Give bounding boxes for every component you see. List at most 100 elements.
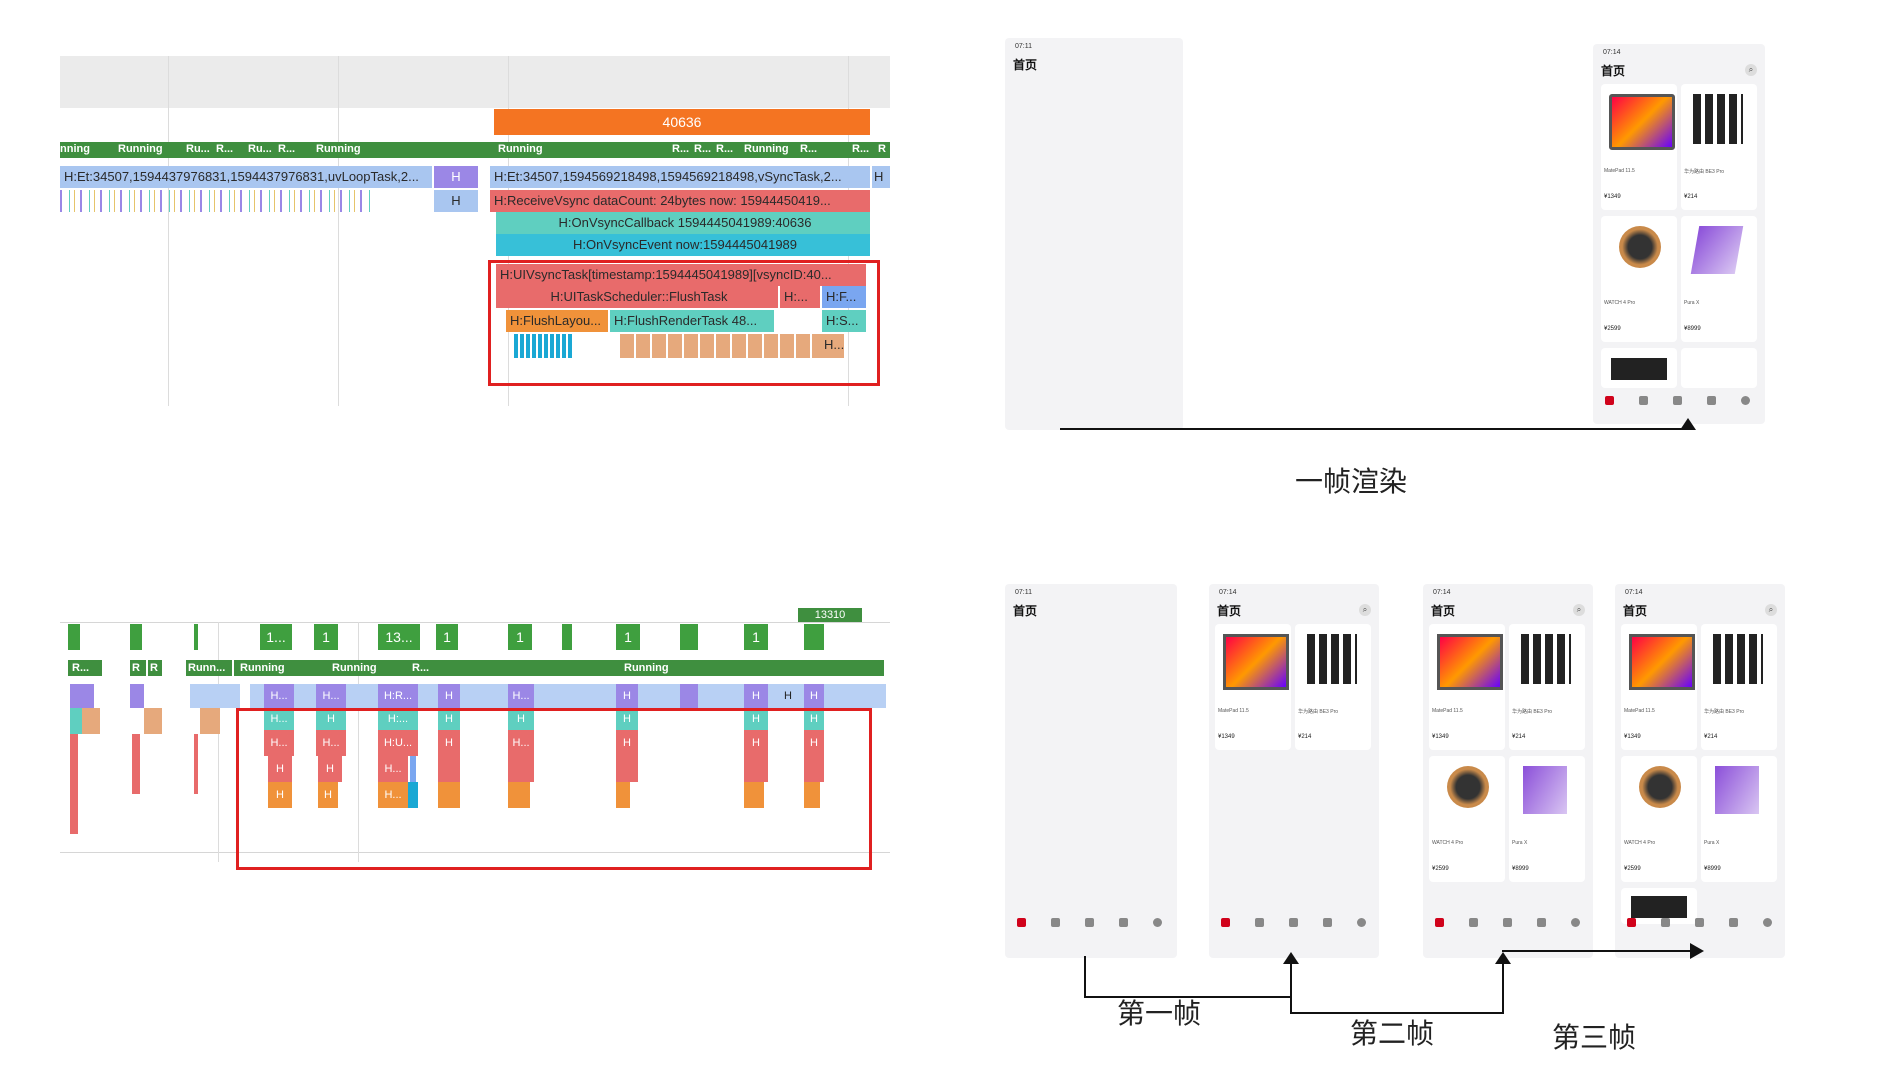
product-price: ¥214: [1512, 734, 1526, 740]
caption-first-frame: 第一帧: [1117, 997, 1202, 1030]
product-name: 华为路由 BE3 Pro: [1704, 709, 1745, 715]
status-time: 07:14: [1625, 589, 1643, 596]
h-slice[interactable]: H: [804, 684, 824, 708]
discover-icon[interactable]: [1085, 918, 1094, 927]
product-price: ¥8999: [1684, 326, 1701, 332]
category-icon[interactable]: [1469, 918, 1478, 927]
home-icon[interactable]: [1017, 918, 1026, 927]
page-title: 首页: [1013, 604, 1038, 618]
cart-icon[interactable]: [1707, 396, 1716, 405]
frame-label[interactable]: 1...: [260, 624, 292, 650]
uvloop-task-slice[interactable]: H:Et:34507,1594437976831,1594437976831,u…: [60, 166, 432, 188]
phone-frame-2: 07:14 首页 ⌕ MatePad 11.5 ¥1349 华为路由 BE3 P…: [1423, 584, 1593, 958]
bottom-nav: [1593, 392, 1765, 416]
cart-icon[interactable]: [1119, 918, 1128, 927]
running-label: R...: [852, 143, 870, 155]
frame-label[interactable]: 1: [314, 624, 338, 650]
discover-icon[interactable]: [1695, 918, 1704, 927]
product-price: ¥8999: [1512, 866, 1529, 872]
frame-label[interactable]: 1: [436, 624, 458, 650]
h-slice[interactable]: H: [872, 166, 890, 188]
running-label: R: [132, 662, 140, 674]
product-name: WATCH 4 Pro: [1432, 840, 1464, 846]
discover-icon[interactable]: [1289, 918, 1298, 927]
h-slice[interactable]: H: [616, 684, 638, 708]
h-slice[interactable]: H:R...: [378, 684, 418, 708]
page-title: 首页: [1217, 604, 1242, 618]
home-icon[interactable]: [1627, 918, 1636, 927]
h-slice[interactable]: H: [780, 684, 796, 708]
cart-icon[interactable]: [1729, 918, 1738, 927]
search-icon[interactable]: ⌕: [1765, 604, 1777, 616]
h-slice[interactable]: H...: [508, 684, 534, 708]
profile-icon[interactable]: [1571, 918, 1580, 927]
running-label: R...: [72, 662, 90, 674]
home-icon[interactable]: [1605, 396, 1614, 405]
category-icon[interactable]: [1661, 918, 1670, 927]
running-label: R: [150, 662, 158, 674]
profile-icon[interactable]: [1357, 918, 1366, 927]
product-name: MatePad 11.5: [1624, 708, 1655, 714]
top-trace-panel: 40636 nning Running Ru... R... Ru... R..…: [60, 56, 890, 406]
running-row: nning Running Ru... R... Ru... R... Runn…: [60, 142, 890, 158]
running-label: Ru...: [248, 143, 272, 155]
search-icon[interactable]: ⌕: [1359, 604, 1371, 616]
page-title: 首页: [1601, 64, 1626, 78]
cart-icon[interactable]: [1537, 918, 1546, 927]
running-label: R...: [716, 143, 734, 155]
status-time: 07:11: [1015, 43, 1032, 50]
product-card[interactable]: MatePad 11.5 ¥1349: [1601, 84, 1677, 210]
page-title: 首页: [1431, 604, 1456, 618]
h-slice[interactable]: H: [744, 684, 768, 708]
vsync-task-slice[interactable]: H:Et:34507,1594569218498,1594569218498,v…: [490, 166, 870, 188]
left-tick-marks: [60, 190, 370, 212]
running-label: R...: [672, 143, 690, 155]
cart-icon[interactable]: [1323, 918, 1332, 927]
receive-vsync-slice[interactable]: H:ReceiveVsync dataCount: 24bytes now: 1…: [490, 190, 870, 212]
running-label: R...: [694, 143, 712, 155]
discover-icon[interactable]: [1673, 396, 1682, 405]
running-label: Running: [498, 143, 543, 155]
product-name: 华为路由 BE3 Pro: [1512, 709, 1553, 715]
page-title: 首页: [1623, 604, 1648, 618]
running-label: Running: [624, 662, 669, 674]
search-icon[interactable]: ⌕: [1573, 604, 1585, 616]
caption-third-frame: 第三帧: [1552, 1021, 1637, 1054]
search-icon[interactable]: ⌕: [1745, 64, 1757, 76]
watch-image: [1619, 226, 1661, 268]
product-card[interactable]: 华为路由 BE3 Pro ¥214: [1681, 84, 1757, 210]
phone-frame-3: 07:14 首页 ⌕ MatePad 11.5 ¥1349 华为路由 BE3 P…: [1615, 584, 1785, 958]
frame-label[interactable]: 1: [744, 624, 768, 650]
frame-badge[interactable]: 40636: [494, 109, 870, 135]
discover-icon[interactable]: [1503, 918, 1512, 927]
profile-icon[interactable]: [1741, 396, 1750, 405]
category-icon[interactable]: [1639, 396, 1648, 405]
product-card[interactable]: WATCH 4 Pro ¥2599: [1601, 216, 1677, 342]
highlight-box: [236, 708, 872, 870]
category-icon[interactable]: [1255, 918, 1264, 927]
home-icon[interactable]: [1435, 918, 1444, 927]
on-vsync-callback-slice[interactable]: H:OnVsyncCallback 1594445041989:40636: [496, 212, 870, 234]
h-slice[interactable]: H: [438, 684, 460, 708]
frame-label[interactable]: 1: [508, 624, 532, 650]
category-icon[interactable]: [1051, 918, 1060, 927]
on-vsync-event-slice[interactable]: H:OnVsyncEvent now:1594445041989: [496, 234, 870, 256]
frame-label[interactable]: 13...: [378, 624, 420, 650]
running-label: R...: [412, 662, 430, 674]
frame-label[interactable]: 1: [616, 624, 640, 650]
profile-icon[interactable]: [1153, 918, 1162, 927]
h-slice[interactable]: H...: [264, 684, 294, 708]
top-badge[interactable]: 13310: [798, 608, 862, 622]
h-slice[interactable]: H...: [316, 684, 346, 708]
product-name: MatePad 11.5: [1604, 168, 1635, 174]
status-time: 07:14: [1219, 589, 1237, 596]
home-icon[interactable]: [1221, 918, 1230, 927]
phone-frame-1: 07:14 首页 ⌕ MatePad 11.5 ¥1349 华为路由 BE3 P…: [1209, 584, 1379, 958]
arrow-head: [1680, 418, 1696, 430]
h-slice[interactable]: H: [434, 166, 478, 188]
profile-icon[interactable]: [1763, 918, 1772, 927]
product-name: WATCH 4 Pro: [1624, 840, 1656, 846]
product-price: ¥2599: [1624, 866, 1641, 872]
h-slice[interactable]: H: [434, 190, 478, 212]
product-card[interactable]: Pura X ¥8999: [1681, 216, 1757, 342]
